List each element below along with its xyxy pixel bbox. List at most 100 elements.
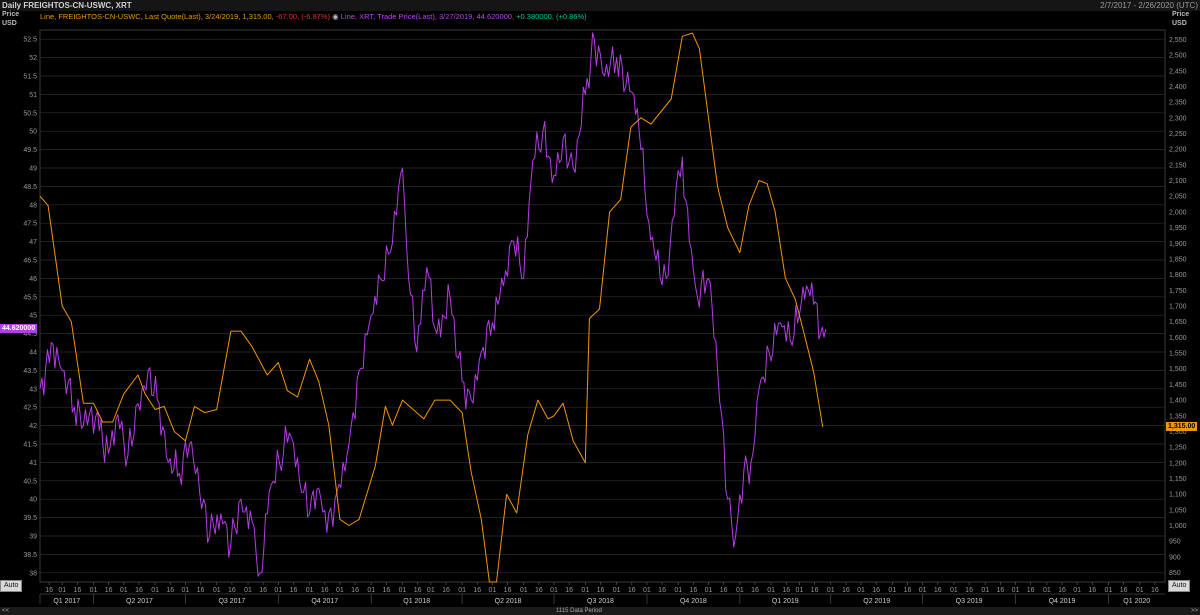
left-tick-label: 42.5: [23, 405, 37, 412]
left-tick-label: 49.5: [23, 147, 37, 154]
left-tick-label: 49: [29, 166, 37, 173]
x-day-label: 16: [842, 587, 850, 594]
right-tick-label: 1,150: [1169, 476, 1187, 483]
left-tick-label: 51: [29, 92, 37, 99]
right-axis-title-2: USD: [1172, 20, 1187, 27]
right-tick-label: 1,050: [1169, 507, 1187, 514]
left-tick-label: 39: [29, 534, 37, 541]
freight-series-line: [39, 32, 824, 583]
x-day-label: 16: [1027, 587, 1035, 594]
x-quarter-label: Q1 2018: [403, 598, 430, 605]
x-day-label: 01: [643, 587, 651, 594]
x-day-label: 01: [705, 587, 713, 594]
x-day-label: 01: [1105, 587, 1113, 594]
x-day-label: 16: [135, 587, 143, 594]
x-day-label: 16: [565, 587, 573, 594]
x-day-label: 01: [550, 587, 558, 594]
right-tick-label: 2,400: [1169, 84, 1187, 91]
right-tick-label: 1,250: [1169, 445, 1187, 452]
x-day-label: 16: [228, 587, 236, 594]
x-day-label: 01: [736, 587, 744, 594]
x-day-label: 16: [105, 587, 113, 594]
legend: Line, FREIGHTOS-CN-USWC, Last Quote(Last…: [40, 11, 587, 22]
right-tick-label: 2,000: [1169, 209, 1187, 216]
left-axis-auto-button[interactable]: Auto: [0, 580, 23, 592]
left-tick-label: 47: [29, 239, 37, 246]
x-day-label: 01: [120, 587, 128, 594]
x-day-label: 01: [213, 587, 221, 594]
x-day-label: 16: [259, 587, 267, 594]
x-day-label: 16: [504, 587, 512, 594]
right-tick-label: 1,550: [1169, 351, 1187, 358]
x-day-label: 01: [796, 587, 804, 594]
right-tick-label: 1,850: [1169, 256, 1187, 263]
x-day-label: 16: [73, 587, 81, 594]
x-quarter-label: Q1 2019: [772, 598, 799, 605]
x-day-label: 01: [857, 587, 865, 594]
x-day-label: 01: [950, 587, 958, 594]
x-day-label: 01: [458, 587, 466, 594]
right-tick-label: 2,500: [1169, 53, 1187, 60]
left-tick-label: 41.5: [23, 442, 37, 449]
x-day-label: 01: [489, 587, 497, 594]
x-day-label: 01: [90, 587, 98, 594]
x-day-label: 01: [151, 587, 159, 594]
x-day-label: 01: [306, 587, 314, 594]
x-day-label: 16: [166, 587, 174, 594]
x-day-label: 16: [535, 587, 543, 594]
right-tick-label: 1,600: [1169, 335, 1187, 342]
right-tick-label: 1,000: [1169, 523, 1187, 530]
x-quarter-label: Q2 2017: [126, 598, 153, 605]
right-axis-auto-button[interactable]: Auto: [1168, 580, 1191, 592]
right-tick-label: 1,450: [1169, 382, 1187, 389]
x-day-label: 16: [782, 587, 790, 594]
right-tick-label: 1,800: [1169, 272, 1187, 279]
x-day-label: 16: [904, 587, 912, 594]
scroll-right-button[interactable]: >>: [1191, 607, 1198, 615]
legend-freight-label: Line, FREIGHTOS-CN-USWC, Last Quote(Last…: [40, 12, 274, 21]
x-day-label: 16: [628, 587, 636, 594]
left-tick-label: 41: [29, 460, 37, 467]
left-tick-label: 47.5: [23, 221, 37, 228]
right-tick-label: 1,700: [1169, 304, 1187, 311]
right-tick-label: 2,150: [1169, 162, 1187, 169]
bottom-scroll-bar[interactable]: << 1115 Data Period >>: [0, 607, 1200, 615]
data-period-label: 1115 Data Period: [556, 608, 602, 614]
right-tick-label: 2,050: [1169, 194, 1187, 201]
x-day-label: 16: [290, 587, 298, 594]
scroll-left-button[interactable]: <<: [2, 607, 9, 615]
left-tick-label: 48: [29, 202, 37, 209]
right-tick-label: 2,450: [1169, 68, 1187, 75]
legend-xrt-label: Line, XRT, Trade Price(Last), 3/27/2019,…: [340, 12, 515, 21]
xrt-last-price-badge: 44.620000: [0, 324, 38, 334]
x-day-label: 16: [321, 587, 329, 594]
right-tick-label: 1,500: [1169, 366, 1187, 373]
x-day-label: 01: [1012, 587, 1020, 594]
left-tick-label: 38.5: [23, 552, 37, 559]
legend-xrt-change: +0.380000, (+0.86%): [516, 12, 587, 21]
x-day-label: 01: [767, 587, 775, 594]
legend-freight-change: -67.00, (-6.87%): [275, 12, 331, 21]
right-tick-label: 950: [1169, 539, 1181, 546]
x-day-label: 01: [1136, 587, 1144, 594]
x-day-label: 01: [58, 587, 66, 594]
x-day-label: 01: [888, 587, 896, 594]
x-day-label: 01: [336, 587, 344, 594]
left-tick-label: 52.5: [23, 37, 37, 44]
left-tick-label: 40: [29, 497, 37, 504]
left-tick-label: 42: [29, 423, 37, 430]
left-tick-label: 45.5: [23, 294, 37, 301]
x-quarter-label: Q4 2018: [680, 598, 707, 605]
x-day-label: 01: [182, 587, 190, 594]
x-quarter-label: Q3 2018: [587, 598, 614, 605]
x-day-label: 16: [934, 587, 942, 594]
right-axis-title-1: Price: [1172, 11, 1190, 18]
right-tick-label: 2,550: [1169, 37, 1187, 44]
x-day-label: 01: [581, 587, 589, 594]
x-day-label: 01: [613, 587, 621, 594]
right-tick-label: 2,350: [1169, 100, 1187, 107]
freight-last-price-badge: 1,315.00: [1166, 421, 1198, 431]
right-tick-label: 1,900: [1169, 241, 1187, 248]
x-day-label: 01: [399, 587, 407, 594]
x-day-label: 01: [427, 587, 435, 594]
